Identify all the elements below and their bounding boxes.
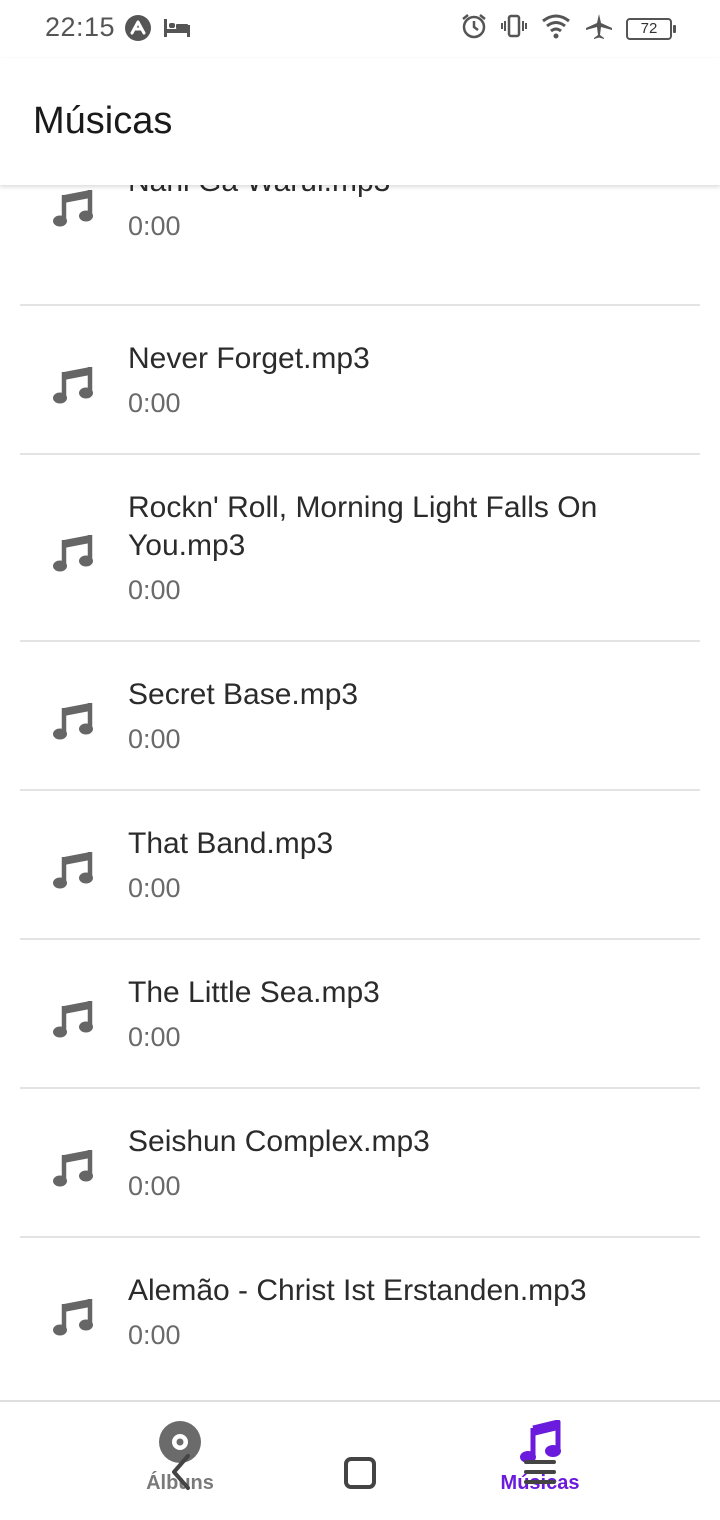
music-note-icon: [52, 532, 94, 574]
page-title: Músicas: [33, 100, 173, 142]
music-note-icon: [52, 187, 94, 229]
music-note-icon: [52, 849, 94, 891]
song-row[interactable]: Seishun Complex.mp3 0:00: [20, 1089, 700, 1238]
song-title: That Band.mp3: [128, 827, 334, 860]
song-duration: 0:00: [128, 724, 181, 754]
music-note-icon: [52, 700, 94, 742]
music-note-icon: [52, 1147, 94, 1189]
song-row[interactable]: The Little Sea.mp3 0:00: [20, 940, 700, 1089]
airplane-icon: [584, 12, 614, 45]
app-bar: Músicas: [0, 58, 720, 185]
song-list[interactable]: Nani Ga Warui.mp3 0:00 Never Forget.mp3 0:0…: [0, 185, 720, 1400]
status-bar: 22:15 72: [0, 0, 720, 58]
vibrate-icon: [500, 12, 528, 45]
song-row[interactable]: Nani Ga Warui.mp3 0:00: [20, 185, 700, 306]
bottom-navigation: Álbuns Músicas: [0, 1400, 720, 1520]
nav-item-albums[interactable]: Álbuns: [60, 1402, 300, 1520]
song-row[interactable]: Secret Base.mp3 0:00: [20, 642, 700, 791]
status-time: 22:15: [45, 12, 116, 42]
battery-icon: 72: [626, 17, 676, 40]
song-duration: 0:00: [128, 211, 181, 241]
nav-label-albums: Álbuns: [146, 1472, 214, 1494]
song-duration: 0:00: [128, 1171, 181, 1201]
song-row[interactable]: That Band.mp3 0:00: [20, 791, 700, 940]
nav-item-songs[interactable]: Músicas: [420, 1402, 660, 1520]
music-note-icon: [518, 1419, 562, 1464]
song-title: The Little Sea.mp3: [128, 976, 380, 1009]
song-row[interactable]: Never Forget.mp3 0:00: [20, 306, 700, 455]
song-duration: 0:00: [128, 873, 181, 903]
song-title: Nani Ga Warui.mp3: [128, 185, 660, 201]
song-title: Secret Base.mp3: [128, 678, 359, 711]
song-row[interactable]: Rockn' Roll, Morning Light Falls On You.…: [20, 455, 700, 642]
app-notification-icon: [124, 14, 152, 47]
song-duration: 0:00: [128, 1320, 181, 1350]
bed-icon: [162, 15, 192, 46]
song-title: Seishun Complex.mp3: [128, 1125, 430, 1158]
song-duration: 0:00: [128, 388, 181, 418]
song-title: Never Forget.mp3: [128, 342, 370, 375]
music-note-icon: [52, 1296, 94, 1338]
music-note-icon: [52, 364, 94, 406]
song-title: Alemão - Christ Ist Erstanden.mp3: [128, 1274, 587, 1307]
nav-label-songs: Músicas: [500, 1472, 580, 1494]
wifi-icon: [540, 12, 572, 45]
alarm-icon: [460, 12, 488, 45]
music-note-icon: [52, 998, 94, 1040]
song-title: Rockn' Roll, Morning Light Falls On You.…: [128, 491, 598, 562]
song-duration: 0:00: [128, 1022, 181, 1052]
disc-icon: [158, 1420, 202, 1464]
song-row[interactable]: Alemão - Christ Ist Erstanden.mp3 0:00: [20, 1238, 700, 1400]
song-duration: 0:00: [128, 575, 181, 605]
